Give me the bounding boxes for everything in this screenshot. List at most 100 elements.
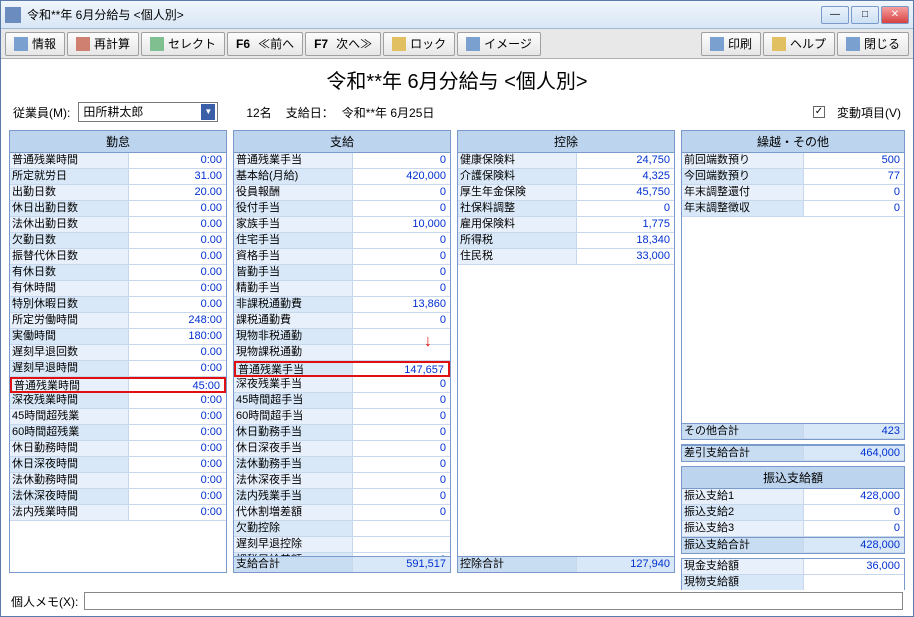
lock-button[interactable]: ロック [383, 32, 455, 56]
row-value[interactable]: 0.00 [129, 249, 226, 264]
row-value[interactable]: 77 [804, 169, 904, 184]
row-value[interactable]: 147,657 [353, 363, 448, 375]
table-row[interactable]: 法休勤務手当0 [234, 457, 450, 473]
row-value[interactable]: 248:00 [129, 313, 226, 328]
row-value[interactable]: 13,860 [353, 297, 450, 312]
table-row[interactable]: 普通残業時間45:00 [10, 377, 226, 393]
next-button[interactable]: F7次へ≫ [305, 32, 381, 56]
row-value[interactable]: 0 [353, 393, 450, 408]
row-value[interactable]: 0 [353, 505, 450, 520]
table-row[interactable]: 代休割増差額0 [234, 505, 450, 521]
table-row[interactable]: 遅刻早退時間0:00 [10, 361, 226, 377]
memo-input[interactable] [84, 592, 903, 610]
row-value[interactable]: 0.00 [129, 201, 226, 216]
row-value[interactable]: 0 [804, 185, 904, 200]
row-value[interactable]: 0.00 [129, 297, 226, 312]
table-row[interactable]: 普通残業手当147,657 [234, 361, 450, 377]
table-row[interactable]: 現物非税通勤 [234, 329, 450, 345]
table-row[interactable]: 役付手当0 [234, 201, 450, 217]
row-value[interactable]: 18,340 [577, 233, 674, 248]
table-row[interactable]: 法内残業時間0:00 [10, 505, 226, 521]
row-value[interactable]: 0 [353, 185, 450, 200]
row-value[interactable]: 0:00 [129, 409, 226, 424]
table-row[interactable]: 法休深夜時間0:00 [10, 489, 226, 505]
row-value[interactable]: 0 [353, 441, 450, 456]
transfer3-value[interactable]: 0 [804, 521, 904, 536]
table-row[interactable]: 家族手当10,000 [234, 217, 450, 233]
table-row[interactable]: 欠勤日数0.00 [10, 233, 226, 249]
row-value[interactable] [353, 329, 450, 344]
table-row[interactable]: 振替代休日数0.00 [10, 249, 226, 265]
row-value[interactable]: 20.00 [129, 185, 226, 200]
row-value[interactable]: 0 [353, 489, 450, 504]
row-value[interactable]: 0:00 [129, 393, 226, 408]
table-row[interactable]: 45時間超手当0 [234, 393, 450, 409]
table-row[interactable]: 前回端数預り500 [682, 153, 904, 169]
close-toolbar-button[interactable]: 閉じる [837, 32, 909, 56]
table-row[interactable]: 雇用保険料1,775 [458, 217, 674, 233]
help-button[interactable]: ヘルプ [763, 32, 835, 56]
row-value[interactable]: 10,000 [353, 217, 450, 232]
row-value[interactable]: 0 [353, 473, 450, 488]
row-value[interactable]: 420,000 [353, 169, 450, 184]
close-button[interactable]: ✕ [881, 6, 909, 24]
variable-checkbox[interactable]: ✓ [813, 106, 825, 118]
row-value[interactable] [353, 521, 450, 536]
row-value[interactable]: 0:00 [129, 457, 226, 472]
table-row[interactable]: 普通残業手当0 [234, 153, 450, 169]
table-row[interactable]: 住民税33,000 [458, 249, 674, 265]
row-value[interactable]: 180:00 [129, 329, 226, 344]
table-row[interactable]: 役員報酬0 [234, 185, 450, 201]
table-row[interactable]: 遅刻早退回数0.00 [10, 345, 226, 361]
table-row[interactable]: 法内残業手当0 [234, 489, 450, 505]
row-value[interactable]: 0.00 [129, 233, 226, 248]
print-button[interactable]: 印刷 [701, 32, 761, 56]
row-value[interactable]: 0:00 [129, 489, 226, 504]
table-row[interactable]: 休日深夜手当0 [234, 441, 450, 457]
table-row[interactable]: 所得税18,340 [458, 233, 674, 249]
table-row[interactable]: 60時間超手当0 [234, 409, 450, 425]
transfer1-value[interactable]: 428,000 [804, 489, 904, 504]
table-row[interactable]: 有休日数0.00 [10, 265, 226, 281]
row-value[interactable]: 45:00 [129, 379, 224, 391]
table-row[interactable]: 基本給(月給)420,000 [234, 169, 450, 185]
row-value[interactable]: 31.00 [129, 169, 226, 184]
row-value[interactable] [353, 537, 450, 552]
table-row[interactable]: 皆勤手当0 [234, 265, 450, 281]
row-value[interactable]: 0 [804, 201, 904, 216]
table-row[interactable]: 法休勤務時間0:00 [10, 473, 226, 489]
row-value[interactable]: 0:00 [129, 505, 226, 520]
row-value[interactable]: 0 [353, 377, 450, 392]
recalc-button[interactable]: 再計算 [67, 32, 139, 56]
table-row[interactable]: 住宅手当0 [234, 233, 450, 249]
table-row[interactable]: 遅刻早退控除 [234, 537, 450, 553]
table-row[interactable]: 有休時間0:00 [10, 281, 226, 297]
cash-value[interactable]: 36,000 [804, 559, 904, 574]
table-row[interactable]: 普通残業時間0:00 [10, 153, 226, 169]
table-row[interactable]: 年末調整徴収0 [682, 201, 904, 217]
image-button[interactable]: イメージ [457, 32, 541, 56]
row-value[interactable]: 0.00 [129, 345, 226, 360]
employee-combo[interactable]: 田所耕太郎 [78, 102, 218, 122]
table-row[interactable]: 深夜残業時間0:00 [10, 393, 226, 409]
table-row[interactable]: 精勤手当0 [234, 281, 450, 297]
table-row[interactable]: 所定労働時間248:00 [10, 313, 226, 329]
row-value[interactable]: 0:00 [129, 473, 226, 488]
table-row[interactable]: 法休出勤日数0.00 [10, 217, 226, 233]
row-value[interactable]: 0 [353, 233, 450, 248]
table-row[interactable]: 60時間超残業0:00 [10, 425, 226, 441]
table-row[interactable]: 所定就労日31.00 [10, 169, 226, 185]
table-row[interactable]: 休日深夜時間0:00 [10, 457, 226, 473]
prev-button[interactable]: F6≪前へ [227, 32, 303, 56]
row-value[interactable]: 0 [353, 409, 450, 424]
row-value[interactable] [353, 345, 450, 360]
table-row[interactable]: 休日勤務時間0:00 [10, 441, 226, 457]
table-row[interactable]: 年末調整還付0 [682, 185, 904, 201]
table-row[interactable]: 厚生年金保険45,750 [458, 185, 674, 201]
table-row[interactable]: 課税昇給差額0 [234, 553, 450, 557]
table-row[interactable]: 実働時間180:00 [10, 329, 226, 345]
row-value[interactable]: 0:00 [129, 425, 226, 440]
table-row[interactable]: 介護保険料4,325 [458, 169, 674, 185]
row-value[interactable]: 500 [804, 153, 904, 168]
table-row[interactable]: 深夜残業手当0 [234, 377, 450, 393]
